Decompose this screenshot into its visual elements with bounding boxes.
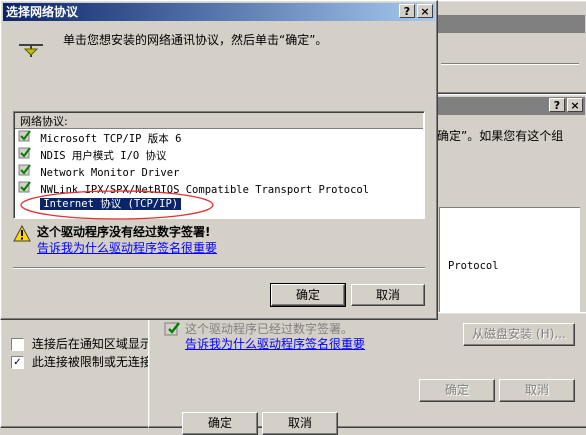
select-protocol-dialog: 选择网络协议 ? × 单击您想安装的网络通讯协议，然后单击“确定”。 网络协议:… (0, 0, 438, 320)
list-item[interactable]: Microsoft TCP/IP 版本 6 (18, 128, 181, 145)
help-button[interactable]: ? (549, 98, 565, 112)
instruction-text: 单击您想安装的网络通讯协议，然后单击“确定”。 (63, 33, 328, 47)
checkbox-notify-label: 连接后在通知区域显示 (31, 337, 152, 351)
checkbox-limited-row[interactable]: ✓ 此连接被限制或无连接 (11, 353, 152, 370)
help-button[interactable]: ? (399, 4, 415, 18)
driver-signing-link[interactable]: 告诉我为什么驱动程序签名很重要 (37, 239, 217, 256)
bg-driver-signing-link[interactable]: 告诉我为什么驱动程序签名很重要 (185, 335, 365, 352)
network-protocol-icon (15, 37, 47, 61)
warning-text: 这个驱动程序没有经过数字签署! (37, 225, 211, 239)
cancel-button[interactable]: 取消 (351, 284, 425, 306)
protocol-label: Microsoft TCP/IP 版本 6 (40, 133, 182, 145)
bg-window-top-right (430, 0, 586, 94)
bg-bottom-cancel-button[interactable]: 取消 (262, 412, 338, 435)
list-item[interactable]: NDIS 用户模式 I/O 协议 (18, 145, 167, 162)
bg-window-titlebar (433, 15, 585, 33)
bg-instruction-partial: 确定”。如果您有这个组 (437, 129, 564, 143)
bg-list-area: Protocol (439, 207, 580, 318)
bg-cancel-button[interactable]: 取消 (499, 379, 575, 402)
list-item[interactable]: Network Monitor Driver (18, 162, 179, 179)
checkbox-notify[interactable] (11, 338, 24, 351)
close-button[interactable]: × (567, 98, 583, 112)
checkbox-notify-row[interactable]: 连接后在通知区域显示 (11, 335, 152, 352)
bg-bottom-ok-button[interactable]: 确定 (182, 412, 258, 435)
bg-right-dialog-titlebar: ? × (413, 97, 585, 115)
bg-window-separator (441, 63, 579, 65)
bg-ok-button[interactable]: 确定 (419, 379, 495, 402)
highlight-circle (20, 190, 214, 220)
close-button[interactable]: × (417, 4, 433, 18)
checkbox-limited[interactable]: ✓ (11, 356, 24, 369)
dialog-titlebar: 选择网络协议 ? × (3, 3, 435, 21)
from-disk-button[interactable]: 从磁盘安装 (H)... (463, 323, 575, 346)
checkbox-limited-label: 此连接被限制或无连接 (31, 355, 152, 369)
dialog-title: 选择网络协议 (6, 5, 79, 19)
protocol-label: Network Monitor Driver (40, 167, 180, 179)
bg-protocol-text: Protocol (448, 260, 499, 272)
dialog-separator (13, 267, 425, 269)
bg-mid-window: 这个驱动程序已经过数字签署。 告诉我为什么驱动程序签名很重要 从磁盘安装 (H)… (148, 312, 586, 428)
protocol-label: NDIS 用户模式 I/O 协议 (40, 150, 167, 162)
ok-button[interactable]: 确定 (270, 283, 346, 307)
list-header: 网络协议: (15, 113, 423, 129)
list-header-label: 网络协议: (20, 115, 68, 128)
warning-icon (13, 224, 31, 243)
driver-signed-icon (163, 319, 185, 339)
